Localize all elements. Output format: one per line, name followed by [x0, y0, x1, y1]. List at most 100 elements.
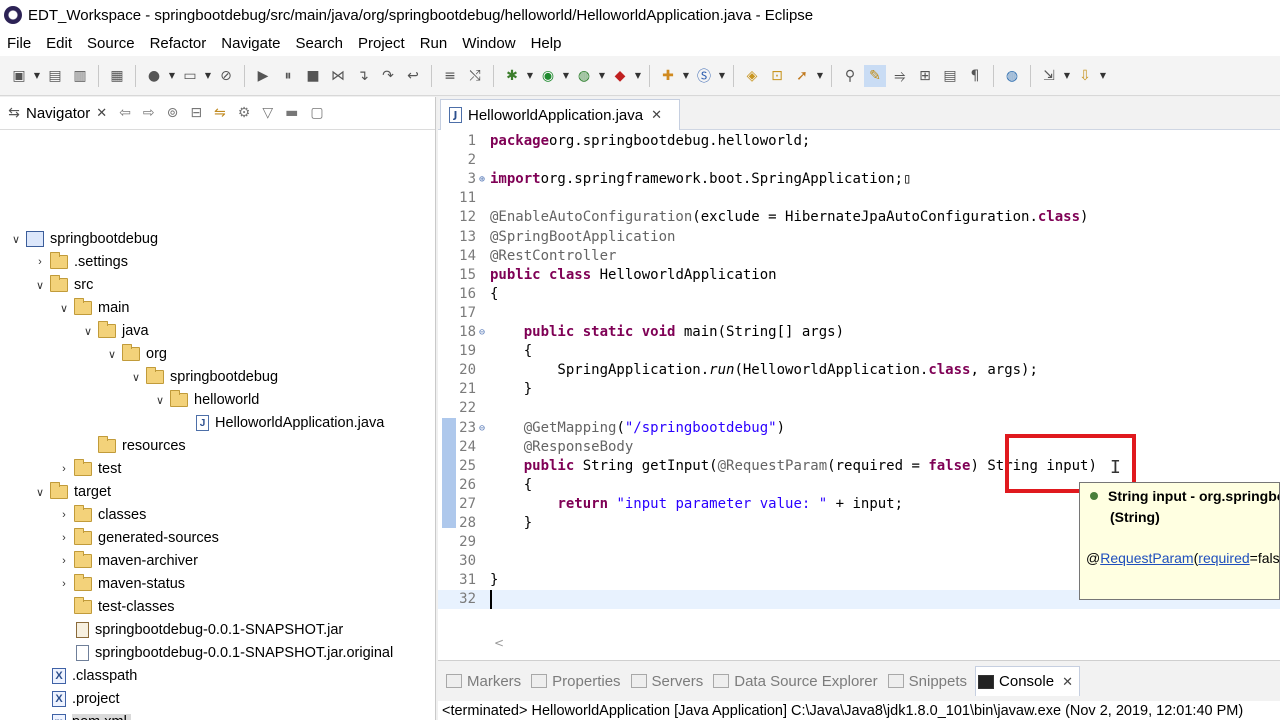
coverage-dropdown-icon[interactable]: ▼	[598, 71, 606, 80]
close-icon[interactable]: ✕	[96, 106, 107, 121]
collapsed-chevron-icon[interactable]: ›	[32, 256, 48, 268]
open-task-dropdown-icon[interactable]: ▼	[816, 71, 824, 80]
scroll-left-icon[interactable]: <	[494, 636, 504, 650]
menu-file[interactable]: File	[4, 35, 38, 52]
tree-item[interactable]: X .classpath	[32, 665, 137, 687]
tab-servers[interactable]: Servers	[629, 666, 710, 696]
menu-source[interactable]: Source	[84, 35, 142, 52]
drop-to-frame-icon[interactable]: ≡	[439, 65, 461, 87]
expanded-chevron-icon[interactable]: ∨	[128, 371, 144, 384]
link-with-editor-icon[interactable]: ⇋	[214, 105, 226, 121]
tree-item[interactable]: m pom.xml	[32, 711, 131, 720]
binary-icon[interactable]: ▦	[106, 65, 128, 87]
show-whitespace-icon[interactable]: ▤	[939, 65, 961, 87]
tab-snippets[interactable]: Snippets	[886, 666, 973, 696]
show-paragraph-icon[interactable]: ¶	[964, 65, 986, 87]
request-param-link[interactable]: RequestParam	[1100, 550, 1193, 566]
up-icon[interactable]: ⊚	[167, 105, 179, 121]
tab-markers[interactable]: Markers	[444, 666, 527, 696]
collapse-all-icon[interactable]: ⊟	[190, 105, 202, 121]
horizontal-scrollbar[interactable]: <	[456, 632, 1280, 658]
menu-navigate[interactable]: Navigate	[218, 35, 287, 52]
navigator-tab-label[interactable]: Navigator	[26, 105, 90, 122]
tree-item[interactable]: ∨ java	[80, 320, 149, 342]
run-icon[interactable]: ◉	[537, 65, 559, 87]
disconnect-icon[interactable]: ⋈	[327, 65, 349, 87]
resume-icon[interactable]: ▶	[252, 65, 274, 87]
terminal-icon[interactable]: ▭	[179, 65, 201, 87]
user-dropdown-icon[interactable]: ▼	[168, 71, 176, 80]
fold-toggle-icon[interactable]: ⊖	[476, 323, 488, 342]
tree-item[interactable]: › maven-archiver	[56, 550, 198, 572]
new-java-project-dropdown-icon[interactable]: ▼	[682, 71, 690, 80]
toggle-highlight-icon[interactable]: ✎	[864, 64, 886, 87]
new-class-icon[interactable]: Ⓢ	[693, 65, 715, 87]
required-link[interactable]: required	[1198, 550, 1249, 566]
tree-item[interactable]: ∨ target	[32, 481, 111, 503]
menu-search[interactable]: Search	[292, 35, 350, 52]
hover-tooltip[interactable]: String input - org.springbootdebug.hello…	[1079, 482, 1280, 600]
expanded-chevron-icon[interactable]: ∨	[152, 394, 168, 407]
step-return-icon[interactable]: ↩	[402, 65, 424, 87]
collapsed-chevron-icon[interactable]: ›	[56, 532, 72, 544]
collapsed-chevron-icon[interactable]: ›	[56, 555, 72, 567]
step-over-icon[interactable]: ↷	[377, 65, 399, 87]
new-java-project-icon[interactable]: ✚	[657, 65, 679, 87]
next-annotation-icon[interactable]: ⇲	[1038, 65, 1060, 87]
view-menu-icon[interactable]: ▽	[262, 105, 273, 121]
terminal-dropdown-icon[interactable]: ▼	[204, 71, 212, 80]
maximize-icon[interactable]: ▢	[310, 105, 323, 121]
tree-item[interactable]: springbootdebug-0.0.1-SNAPSHOT.jar.origi…	[56, 642, 393, 664]
tree-item[interactable]: X .project	[32, 688, 120, 710]
menu-run[interactable]: Run	[417, 35, 455, 52]
filters-icon[interactable]: ⚙	[238, 105, 251, 121]
collapsed-chevron-icon[interactable]: ›	[56, 509, 72, 521]
open-type-icon[interactable]: ◈	[741, 65, 763, 87]
editor-tab[interactable]: J HelloworldApplication.java ✕	[440, 99, 680, 130]
tab-console[interactable]: Console ✕	[975, 666, 1080, 696]
expanded-chevron-icon[interactable]: ∨	[32, 279, 48, 292]
close-icon[interactable]: ✕	[651, 108, 662, 123]
tree-item[interactable]: springbootdebug-0.0.1-SNAPSHOT.jar	[56, 619, 343, 641]
expanded-chevron-icon[interactable]: ∨	[80, 325, 96, 338]
user-icon[interactable]: ●	[143, 65, 165, 87]
save-all-icon[interactable]: ▥	[69, 65, 91, 87]
collapsed-chevron-icon[interactable]: ›	[56, 463, 72, 475]
tree-item[interactable]: ∨ src	[32, 274, 93, 296]
expanded-chevron-icon[interactable]: ∨	[104, 348, 120, 361]
suspend-icon[interactable]: ⏸	[277, 65, 299, 87]
tree-item[interactable]: J HelloworldApplication.java	[176, 412, 384, 434]
tree-item[interactable]: ∨ helloworld	[152, 389, 259, 411]
tree-item[interactable]: › test	[56, 458, 121, 480]
step-into-icon[interactable]: ↴	[352, 65, 374, 87]
forward-icon[interactable]: ⇨	[143, 105, 155, 121]
tree-item[interactable]: › classes	[56, 504, 146, 526]
coverage-icon[interactable]: ◍	[573, 65, 595, 87]
fold-toggle-icon[interactable]: ⊕	[476, 170, 488, 189]
expanded-chevron-icon[interactable]: ∨	[56, 302, 72, 315]
debug-icon[interactable]: ✱	[501, 65, 523, 87]
expanded-chevron-icon[interactable]: ∨	[8, 233, 24, 246]
menu-window[interactable]: Window	[459, 35, 522, 52]
menu-refactor[interactable]: Refactor	[147, 35, 214, 52]
prev-annotation-icon[interactable]: ⇩	[1074, 65, 1096, 87]
tree-item[interactable]: › maven-status	[56, 573, 185, 595]
tree-item[interactable]: ∨ springbootdebug	[128, 366, 278, 388]
toggle-mark-occurrences-icon[interactable]: ⚲	[839, 65, 861, 87]
tree-item[interactable]: ∨ org	[104, 343, 167, 365]
menu-help[interactable]: Help	[528, 35, 569, 52]
toggle-word-wrap-icon[interactable]: ⥤	[889, 65, 911, 87]
run-dropdown-icon[interactable]: ▼	[562, 71, 570, 80]
menu-project[interactable]: Project	[355, 35, 412, 52]
tree-item[interactable]: ∨ springbootdebug	[8, 228, 158, 250]
tree-item[interactable]: resources	[80, 435, 186, 457]
open-folder-icon[interactable]: ⊡	[766, 65, 788, 87]
tree-item[interactable]: test-classes	[56, 596, 175, 618]
close-icon[interactable]: ✕	[1062, 674, 1073, 690]
menu-edit[interactable]: Edit	[43, 35, 79, 52]
next-annotation-dropdown-icon[interactable]: ▼	[1063, 71, 1071, 80]
globe-icon[interactable]: ◍	[1001, 65, 1023, 87]
external-tools-icon[interactable]: ◆	[609, 65, 631, 87]
external-tools-dropdown-icon[interactable]: ▼	[634, 71, 642, 80]
use-step-filters-icon[interactable]: ⤭	[464, 65, 486, 87]
